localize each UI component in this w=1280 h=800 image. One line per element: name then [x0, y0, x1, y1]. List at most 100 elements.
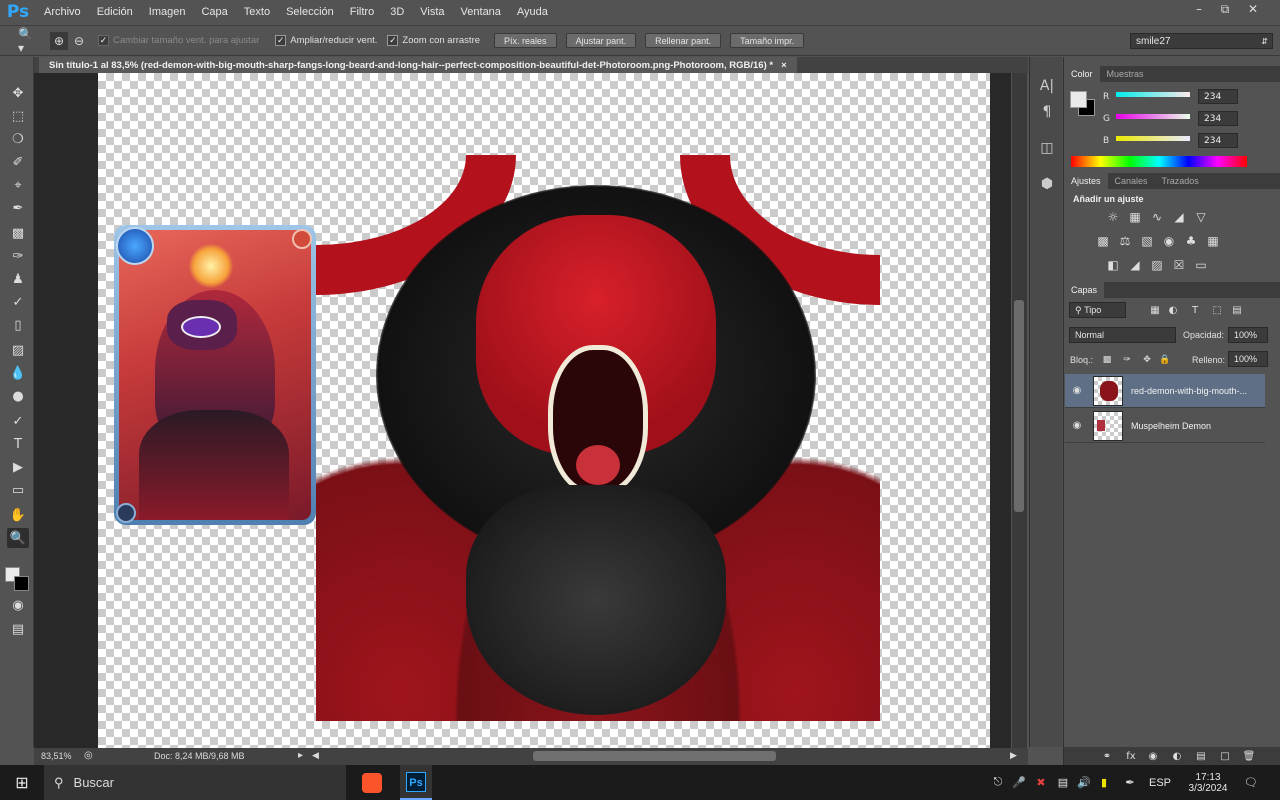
- channel-mixer-icon[interactable]: ♣: [1182, 233, 1200, 249]
- healing-brush-tool-icon[interactable]: ▩: [7, 223, 29, 243]
- opacity-input[interactable]: 100%: [1228, 327, 1268, 343]
- menu-imagen[interactable]: Imagen: [141, 6, 194, 18]
- color-lookup-icon[interactable]: ▦: [1204, 233, 1222, 249]
- pen-tool-icon[interactable]: ✓: [7, 411, 29, 431]
- network-icon[interactable]: ▤: [1052, 765, 1074, 800]
- fill-screen-button[interactable]: Rellenar pant.: [645, 33, 722, 48]
- usb-icon[interactable]: ⎋: [988, 765, 1008, 800]
- invert-icon[interactable]: ◧: [1104, 257, 1122, 273]
- levels-icon[interactable]: ▦: [1126, 209, 1144, 225]
- tab-muestras[interactable]: Muestras: [1100, 66, 1151, 82]
- b-value[interactable]: 234: [1198, 133, 1238, 148]
- paint-bucket-tool-icon[interactable]: ▨: [7, 340, 29, 360]
- link-layers-icon[interactable]: ⚭: [1098, 748, 1116, 764]
- eraser-tool-icon[interactable]: ▯: [7, 315, 29, 335]
- battery-icon[interactable]: ▮: [1094, 765, 1114, 800]
- rectangle-tool-icon[interactable]: ▭: [7, 480, 29, 500]
- mic-icon[interactable]: 🎤: [1008, 765, 1030, 800]
- volume-icon[interactable]: 🔊: [1074, 765, 1094, 800]
- filter-adjust-icon[interactable]: ◐: [1164, 302, 1182, 318]
- layer-filter-select[interactable]: ⚲ Tipo: [1069, 302, 1126, 318]
- tab-canales[interactable]: Canales: [1108, 173, 1155, 189]
- minimize-icon[interactable]: –: [1186, 0, 1212, 18]
- fill-input[interactable]: 100%: [1228, 351, 1268, 367]
- photo-filter-icon[interactable]: ◉: [1160, 233, 1178, 249]
- filter-pixel-icon[interactable]: ▦: [1146, 302, 1164, 318]
- taskbar-search[interactable]: ⚲ Buscar: [44, 765, 346, 800]
- delete-layer-icon[interactable]: 🗑: [1240, 748, 1258, 764]
- color-balance-icon[interactable]: ⚖: [1116, 233, 1134, 249]
- character-panel-icon[interactable]: A|: [1036, 75, 1058, 97]
- print-size-button[interactable]: Tamaño impr.: [730, 33, 805, 48]
- zoom-in-icon[interactable]: ⊕: [50, 31, 68, 50]
- scroll-left-icon[interactable]: ◀: [312, 750, 319, 761]
- tab-ajustes[interactable]: Ajustes: [1064, 173, 1108, 189]
- menu-seleccion[interactable]: Selección: [278, 6, 342, 18]
- scrubby-zoom-checkbox[interactable]: ✓ Zoom con arrastre: [387, 35, 480, 46]
- 3d-panel-icon[interactable]: ◫: [1036, 137, 1058, 159]
- marquee-tool-icon[interactable]: ⬚: [7, 106, 29, 126]
- r-value[interactable]: 234: [1198, 89, 1238, 104]
- paragraph-panel-icon[interactable]: ¶: [1036, 101, 1058, 123]
- menu-capa[interactable]: Capa: [193, 6, 235, 18]
- tab-color[interactable]: Color: [1064, 66, 1100, 82]
- dodge-tool-icon[interactable]: ●: [7, 386, 29, 406]
- posterize-icon[interactable]: ◢: [1126, 257, 1144, 273]
- hue-saturation-icon[interactable]: ▩: [1094, 233, 1112, 249]
- curves-icon[interactable]: ∿: [1148, 209, 1166, 225]
- actual-pixels-button[interactable]: Píx. reales: [494, 33, 557, 48]
- fx-icon[interactable]: fx: [1122, 748, 1140, 764]
- photoshop-taskbar-icon[interactable]: Ps: [400, 765, 432, 800]
- filter-shape-icon[interactable]: ⬚: [1208, 302, 1226, 318]
- gradient-map-icon[interactable]: ▭: [1192, 257, 1210, 273]
- lock-transparent-icon[interactable]: ▩: [1098, 352, 1116, 368]
- b-slider[interactable]: [1116, 136, 1190, 141]
- zoom-level[interactable]: 83,51%: [41, 751, 72, 761]
- blend-mode-select[interactable]: Normal: [1069, 327, 1176, 343]
- move-tool-icon[interactable]: ✥: [7, 83, 29, 103]
- background-color-swatch[interactable]: [14, 576, 29, 591]
- zoom-tool-preset-icon[interactable]: 🔍▾: [18, 27, 36, 55]
- status-menu-arrow-icon[interactable]: ▸: [298, 750, 303, 761]
- vibrance-icon[interactable]: ▽: [1192, 209, 1210, 225]
- layer-row[interactable]: ◉ Muspelheim Demon: [1065, 409, 1265, 443]
- hand-tool-icon[interactable]: ✋: [7, 505, 29, 525]
- cube-panel-icon[interactable]: ⬢: [1036, 173, 1058, 195]
- vertical-scroll-thumb[interactable]: [1014, 300, 1024, 512]
- screen-mode-icon[interactable]: ▤: [7, 619, 29, 639]
- history-brush-tool-icon[interactable]: ✓: [7, 292, 29, 312]
- exposure-icon[interactable]: ◢: [1170, 209, 1188, 225]
- visibility-eye-icon[interactable]: ◉: [1065, 385, 1089, 396]
- color-spectrum-ramp[interactable]: [1071, 156, 1247, 167]
- quick-mask-icon[interactable]: ◉: [7, 595, 29, 615]
- tab-trazados[interactable]: Trazados: [1155, 173, 1206, 189]
- layer-name[interactable]: red-demon-with-big-mouth-...: [1131, 386, 1261, 396]
- windows-start-icon[interactable]: ⊞: [0, 765, 44, 800]
- menu-vista[interactable]: Vista: [412, 6, 452, 18]
- antivirus-icon[interactable]: ✖: [1030, 765, 1052, 800]
- lock-image-icon[interactable]: ✑: [1118, 352, 1136, 368]
- menu-archivo[interactable]: Archivo: [36, 6, 89, 18]
- add-mask-icon[interactable]: ◉: [1144, 748, 1162, 764]
- g-slider[interactable]: [1116, 114, 1190, 119]
- brave-browser-icon[interactable]: [356, 765, 388, 800]
- pen-icon[interactable]: ✒: [1118, 765, 1142, 800]
- type-tool-icon[interactable]: T: [7, 434, 29, 454]
- clock[interactable]: 17:13 3/3/2024: [1180, 765, 1236, 800]
- path-selection-tool-icon[interactable]: ▶: [7, 457, 29, 477]
- new-layer-icon[interactable]: □: [1216, 748, 1234, 764]
- resize-windows-checkbox[interactable]: ✓ Cambiar tamaño vent. para ajustar: [98, 35, 259, 46]
- threshold-icon[interactable]: ▨: [1148, 257, 1166, 273]
- workspace-select[interactable]: smile27 ⇵: [1130, 33, 1273, 49]
- lasso-tool-icon[interactable]: ❍: [7, 129, 29, 149]
- menu-ventana[interactable]: Ventana: [453, 6, 509, 18]
- menu-3d[interactable]: 3D: [382, 6, 412, 18]
- restore-icon[interactable]: ⧉: [1212, 0, 1238, 18]
- notifications-icon[interactable]: 🗨: [1240, 765, 1262, 800]
- fg-color-swatch[interactable]: [1070, 91, 1087, 108]
- close-icon[interactable]: ✕: [1240, 0, 1266, 18]
- zoom-tool-icon[interactable]: 🔍: [7, 528, 29, 548]
- zoom-out-icon[interactable]: ⊖: [70, 32, 88, 50]
- menu-texto[interactable]: Texto: [236, 6, 278, 18]
- g-value[interactable]: 234: [1198, 111, 1238, 126]
